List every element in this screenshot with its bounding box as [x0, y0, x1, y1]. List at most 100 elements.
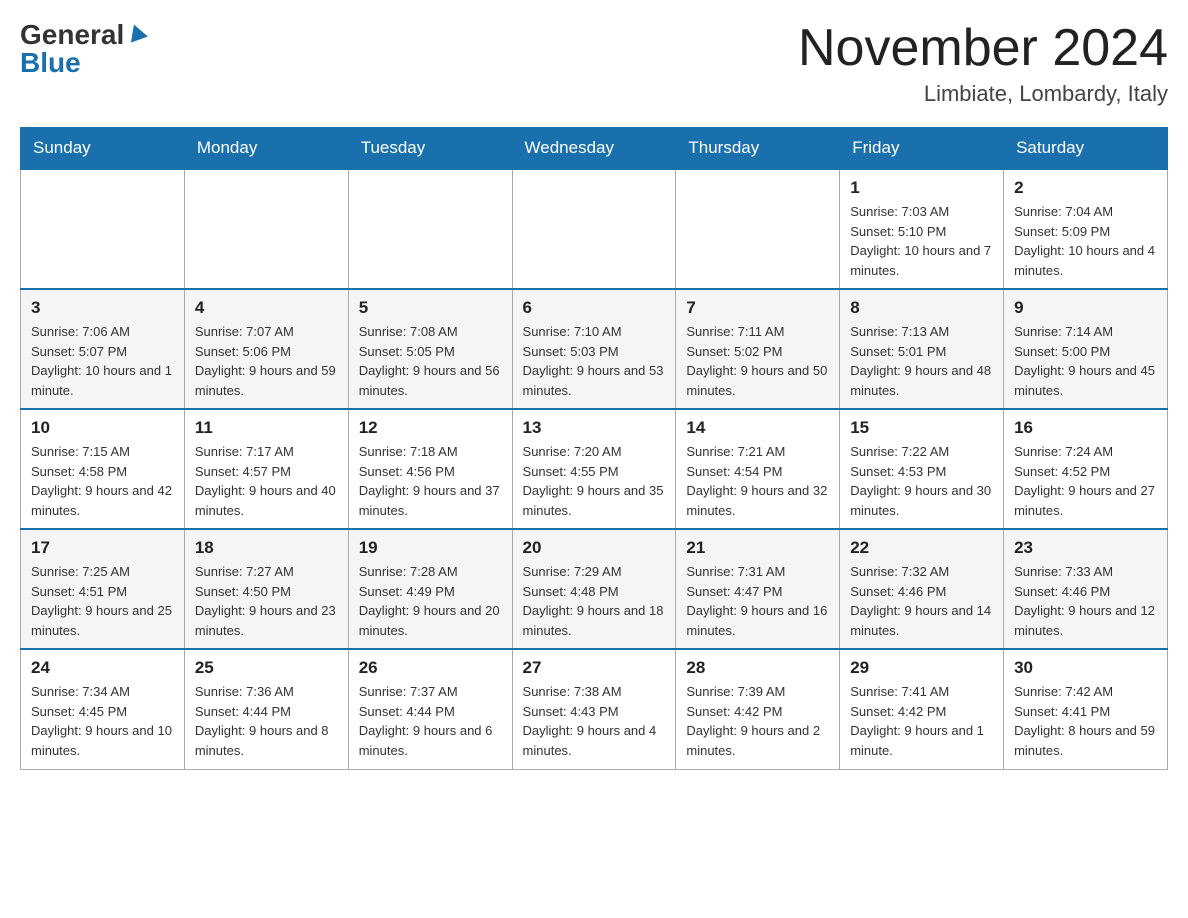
day-info: Sunrise: 7:33 AM Sunset: 4:46 PM Dayligh…: [1014, 562, 1157, 640]
calendar-cell: 20 Sunrise: 7:29 AM Sunset: 4:48 PM Dayli…: [512, 529, 676, 649]
calendar-cell: [21, 169, 185, 289]
day-info: Sunrise: 7:04 AM Sunset: 5:09 PM Dayligh…: [1014, 202, 1157, 280]
day-info: Sunrise: 7:21 AM Sunset: 4:54 PM Dayligh…: [686, 442, 829, 520]
day-info: Sunrise: 7:10 AM Sunset: 5:03 PM Dayligh…: [523, 322, 666, 400]
calendar-cell: 27Sunrise: 7:38 AM Sunset: 4:43 PM Dayli…: [512, 649, 676, 769]
day-info: Sunrise: 7:24 AM Sunset: 4:52 PM Dayligh…: [1014, 442, 1157, 520]
day-info: Sunrise: 7:22 AM Sunset: 4:53 PM Dayligh…: [850, 442, 993, 520]
calendar-cell: 7 Sunrise: 7:11 AM Sunset: 5:02 PM Daylig…: [676, 289, 840, 409]
column-header-friday: Friday: [840, 128, 1004, 170]
day-info: Sunrise: 7:18 AM Sunset: 4:56 PM Dayligh…: [359, 442, 502, 520]
calendar-week-row: 1 Sunrise: 7:03 AM Sunset: 5:10 PM Daylig…: [21, 169, 1168, 289]
calendar-cell: 8 Sunrise: 7:13 AM Sunset: 5:01 PM Daylig…: [840, 289, 1004, 409]
day-info: Sunrise: 7:13 AM Sunset: 5:01 PM Dayligh…: [850, 322, 993, 400]
day-number: 18: [195, 538, 338, 558]
column-header-tuesday: Tuesday: [348, 128, 512, 170]
day-number: 24: [31, 658, 174, 678]
day-number: 6: [523, 298, 666, 318]
calendar-cell: [512, 169, 676, 289]
calendar-cell: 29Sunrise: 7:41 AM Sunset: 4:42 PM Dayli…: [840, 649, 1004, 769]
day-info: Sunrise: 7:11 AM Sunset: 5:02 PM Dayligh…: [686, 322, 829, 400]
day-number: 9: [1014, 298, 1157, 318]
day-number: 30: [1014, 658, 1157, 678]
day-info: Sunrise: 7:20 AM Sunset: 4:55 PM Dayligh…: [523, 442, 666, 520]
calendar-cell: 5 Sunrise: 7:08 AM Sunset: 5:05 PM Daylig…: [348, 289, 512, 409]
calendar-cell: 2 Sunrise: 7:04 AM Sunset: 5:09 PM Daylig…: [1004, 169, 1168, 289]
calendar-cell: 13 Sunrise: 7:20 AM Sunset: 4:55 PM Dayli…: [512, 409, 676, 529]
day-info: Sunrise: 7:03 AM Sunset: 5:10 PM Dayligh…: [850, 202, 993, 280]
day-number: 17: [31, 538, 174, 558]
day-info: Sunrise: 7:14 AM Sunset: 5:00 PM Dayligh…: [1014, 322, 1157, 400]
day-info: Sunrise: 7:36 AM Sunset: 4:44 PM Dayligh…: [195, 682, 338, 760]
day-info: Sunrise: 7:29 AM Sunset: 4:48 PM Dayligh…: [523, 562, 666, 640]
calendar-cell: 4Sunrise: 7:07 AM Sunset: 5:06 PM Daylig…: [184, 289, 348, 409]
title-block: November 2024 Limbiate, Lombardy, Italy: [798, 20, 1168, 107]
calendar-week-row: 24 Sunrise: 7:34 AM Sunset: 4:45 PM Dayli…: [21, 649, 1168, 769]
day-info: Sunrise: 7:39 AM Sunset: 4:42 PM Dayligh…: [686, 682, 829, 760]
day-info: Sunrise: 7:27 AM Sunset: 4:50 PM Dayligh…: [195, 562, 338, 640]
calendar-week-row: 3Sunrise: 7:06 AM Sunset: 5:07 PM Daylig…: [21, 289, 1168, 409]
day-info: Sunrise: 7:31 AM Sunset: 4:47 PM Dayligh…: [686, 562, 829, 640]
day-info: Sunrise: 7:32 AM Sunset: 4:46 PM Dayligh…: [850, 562, 993, 640]
calendar-cell: [676, 169, 840, 289]
calendar-cell: 10Sunrise: 7:15 AM Sunset: 4:58 PM Dayli…: [21, 409, 185, 529]
calendar-cell: 24 Sunrise: 7:34 AM Sunset: 4:45 PM Dayli…: [21, 649, 185, 769]
logo-general-text: General: [20, 21, 124, 49]
calendar-cell: 14 Sunrise: 7:21 AM Sunset: 4:54 PM Dayli…: [676, 409, 840, 529]
day-number: 5: [359, 298, 502, 318]
column-header-thursday: Thursday: [676, 128, 840, 170]
day-number: 26: [359, 658, 502, 678]
day-number: 28: [686, 658, 829, 678]
day-info: Sunrise: 7:28 AM Sunset: 4:49 PM Dayligh…: [359, 562, 502, 640]
day-number: 8: [850, 298, 993, 318]
day-number: 12: [359, 418, 502, 438]
day-info: Sunrise: 7:17 AM Sunset: 4:57 PM Dayligh…: [195, 442, 338, 520]
day-info: Sunrise: 7:08 AM Sunset: 5:05 PM Dayligh…: [359, 322, 502, 400]
calendar-cell: 19 Sunrise: 7:28 AM Sunset: 4:49 PM Dayli…: [348, 529, 512, 649]
day-info: Sunrise: 7:42 AM Sunset: 4:41 PM Dayligh…: [1014, 682, 1157, 760]
calendar-cell: 21Sunrise: 7:31 AM Sunset: 4:47 PM Dayli…: [676, 529, 840, 649]
day-number: 10: [31, 418, 174, 438]
calendar-table: SundayMondayTuesdayWednesdayThursdayFrid…: [20, 127, 1168, 770]
calendar-cell: 16 Sunrise: 7:24 AM Sunset: 4:52 PM Dayli…: [1004, 409, 1168, 529]
day-number: 13: [523, 418, 666, 438]
day-number: 22: [850, 538, 993, 558]
calendar-cell: 30 Sunrise: 7:42 AM Sunset: 4:41 PM Dayli…: [1004, 649, 1168, 769]
day-info: Sunrise: 7:07 AM Sunset: 5:06 PM Dayligh…: [195, 322, 338, 400]
day-number: 16: [1014, 418, 1157, 438]
day-number: 7: [686, 298, 829, 318]
calendar-cell: 26Sunrise: 7:37 AM Sunset: 4:44 PM Dayli…: [348, 649, 512, 769]
day-info: Sunrise: 7:06 AM Sunset: 5:07 PM Dayligh…: [31, 322, 174, 400]
calendar-cell: 9 Sunrise: 7:14 AM Sunset: 5:00 PM Daylig…: [1004, 289, 1168, 409]
calendar-cell: 22 Sunrise: 7:32 AM Sunset: 4:46 PM Dayli…: [840, 529, 1004, 649]
day-number: 1: [850, 178, 993, 198]
column-header-wednesday: Wednesday: [512, 128, 676, 170]
column-header-sunday: Sunday: [21, 128, 185, 170]
calendar-cell: 25 Sunrise: 7:36 AM Sunset: 4:44 PM Dayli…: [184, 649, 348, 769]
logo: General Blue: [20, 20, 148, 77]
day-number: 14: [686, 418, 829, 438]
column-header-monday: Monday: [184, 128, 348, 170]
calendar-week-row: 10Sunrise: 7:15 AM Sunset: 4:58 PM Dayli…: [21, 409, 1168, 529]
logo-triangle-icon: [126, 22, 148, 44]
day-number: 20: [523, 538, 666, 558]
day-number: 23: [1014, 538, 1157, 558]
calendar-header-row: SundayMondayTuesdayWednesdayThursdayFrid…: [21, 128, 1168, 170]
day-number: 19: [359, 538, 502, 558]
column-header-saturday: Saturday: [1004, 128, 1168, 170]
calendar-cell: 23 Sunrise: 7:33 AM Sunset: 4:46 PM Dayli…: [1004, 529, 1168, 649]
calendar-cell: 17Sunrise: 7:25 AM Sunset: 4:51 PM Dayli…: [21, 529, 185, 649]
day-info: Sunrise: 7:38 AM Sunset: 4:43 PM Dayligh…: [523, 682, 666, 760]
day-number: 15: [850, 418, 993, 438]
calendar-cell: 1 Sunrise: 7:03 AM Sunset: 5:10 PM Daylig…: [840, 169, 1004, 289]
day-info: Sunrise: 7:34 AM Sunset: 4:45 PM Dayligh…: [31, 682, 174, 760]
day-number: 2: [1014, 178, 1157, 198]
calendar-cell: 18 Sunrise: 7:27 AM Sunset: 4:50 PM Dayli…: [184, 529, 348, 649]
day-number: 25: [195, 658, 338, 678]
calendar-cell: 11Sunrise: 7:17 AM Sunset: 4:57 PM Dayli…: [184, 409, 348, 529]
calendar-cell: 12 Sunrise: 7:18 AM Sunset: 4:56 PM Dayli…: [348, 409, 512, 529]
calendar-week-row: 17Sunrise: 7:25 AM Sunset: 4:51 PM Dayli…: [21, 529, 1168, 649]
calendar-cell: 6 Sunrise: 7:10 AM Sunset: 5:03 PM Daylig…: [512, 289, 676, 409]
calendar-cell: 3Sunrise: 7:06 AM Sunset: 5:07 PM Daylig…: [21, 289, 185, 409]
day-info: Sunrise: 7:41 AM Sunset: 4:42 PM Dayligh…: [850, 682, 993, 760]
